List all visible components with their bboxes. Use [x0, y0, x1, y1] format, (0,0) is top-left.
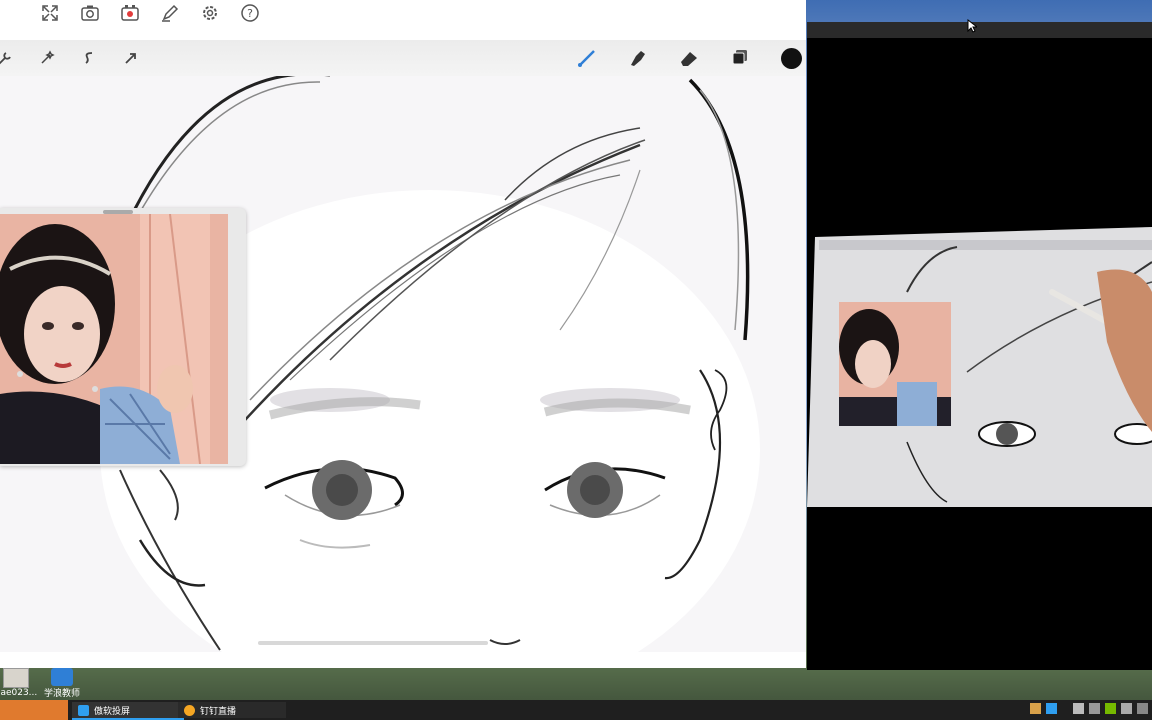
taskbar-app-dingtalk[interactable]: 钉钉直播: [178, 702, 286, 718]
camera-feed: [807, 202, 1152, 532]
selection-icon[interactable]: [76, 46, 102, 70]
wifi-icon[interactable]: [1089, 703, 1100, 714]
mouse-cursor: [967, 19, 977, 33]
fullscreen-icon[interactable]: [30, 0, 70, 26]
screen-mirror-window: ?: [0, 0, 806, 668]
dingtalk-live-app-icon: [184, 704, 195, 716]
desktop-icon-image-file[interactable]: 6ae023...: [0, 668, 38, 700]
camera-titlebar[interactable]: [807, 22, 1152, 38]
taskbar-app-label: 钉钉直播: [200, 706, 237, 717]
svg-text:?: ?: [247, 7, 253, 20]
help-icon[interactable]: ?: [230, 0, 270, 26]
layers-icon[interactable]: [727, 46, 753, 70]
draw-icon[interactable]: [150, 0, 190, 26]
system-tray: [1030, 703, 1148, 714]
home-indicator[interactable]: [258, 641, 488, 645]
desktop-icon-xuelang[interactable]: 学浪教师版: [40, 668, 84, 712]
screenshot-icon[interactable]: [70, 0, 110, 26]
reference-photo: [0, 214, 228, 464]
actions-wrench-icon[interactable]: [0, 46, 18, 70]
mirror-toolbar: ?: [0, 0, 300, 26]
color-picker-button[interactable]: [781, 48, 802, 69]
smudge-icon[interactable]: [625, 46, 651, 70]
desktop-icon-label: 6ae023...: [0, 688, 38, 698]
tray-app-icon[interactable]: [1030, 703, 1041, 714]
screen-mirror-app-icon: [78, 704, 89, 716]
taskbar-app-label: 傲软投屏: [94, 706, 131, 717]
adjustments-wand-icon[interactable]: [34, 46, 60, 70]
volume-icon[interactable]: [1121, 703, 1132, 714]
record-icon[interactable]: [110, 0, 150, 26]
pen-icon[interactable]: [1137, 703, 1148, 714]
eraser-icon[interactable]: [676, 46, 702, 70]
reference-panel[interactable]: [0, 208, 246, 466]
brush-icon[interactable]: [574, 46, 600, 70]
settings-icon[interactable]: [190, 0, 230, 26]
taskbar-app-mirror[interactable]: 傲软投屏: [72, 702, 184, 720]
procreate-toolbar: [0, 40, 806, 76]
xuelang-teacher-app-icon: [51, 668, 73, 686]
taskbar: 傲软投屏 钉钉直播: [0, 700, 1152, 720]
start-area[interactable]: [0, 700, 68, 720]
battery-icon[interactable]: [1073, 703, 1084, 714]
camera-window: [807, 22, 1152, 670]
transform-arrow-icon[interactable]: [118, 46, 144, 70]
image-file-icon: [3, 668, 29, 688]
tray-mirror-icon[interactable]: [1046, 703, 1057, 714]
nvidia-icon[interactable]: [1105, 703, 1116, 714]
